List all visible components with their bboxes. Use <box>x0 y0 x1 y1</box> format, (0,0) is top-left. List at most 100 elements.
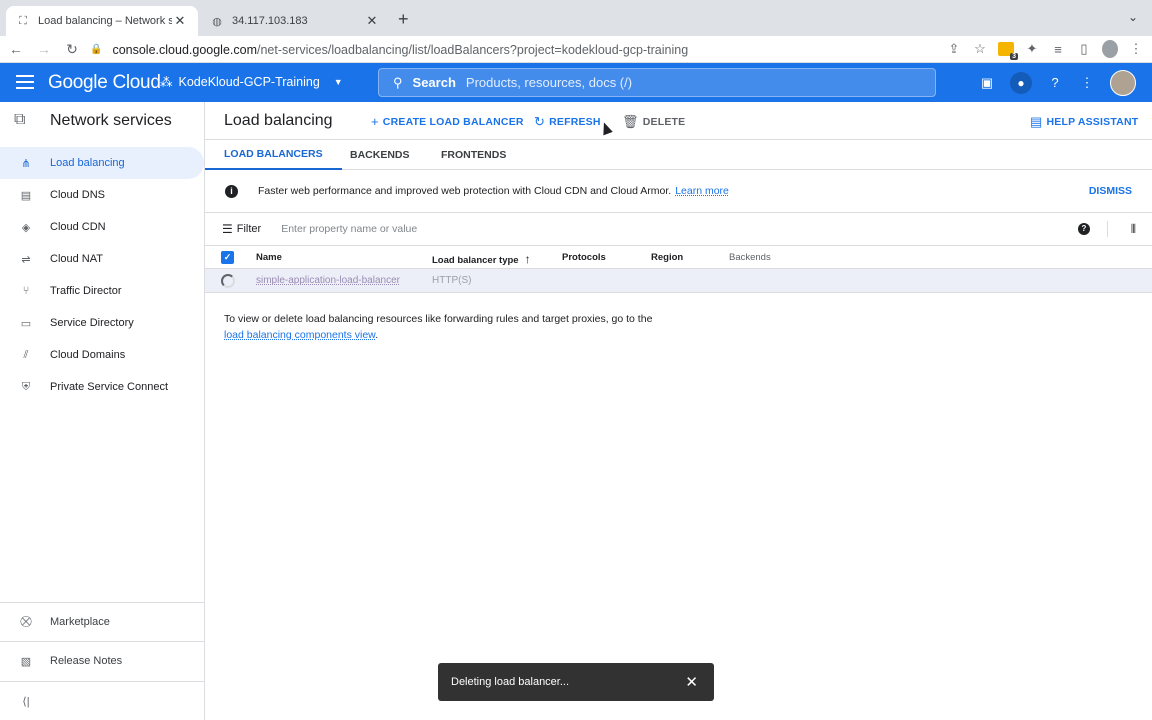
column-header-protocols[interactable]: Protocols <box>562 252 606 263</box>
url-path: /net-services/loadbalancing/list/loadBal… <box>257 42 689 57</box>
load-balancer-type: HTTP(S) <box>432 275 472 286</box>
sidebar-item-label: Release Notes <box>50 655 123 667</box>
filter-input[interactable]: Enter property name or value <box>281 223 417 235</box>
sidebar-item-label: Service Directory <box>50 317 134 329</box>
sidebar-item-label: Cloud Domains <box>50 349 126 361</box>
extension-icon[interactable]: 3 <box>998 42 1018 60</box>
back-icon[interactable]: ← <box>4 41 28 57</box>
sidebar-item-cloud-dns[interactable]: ▤ Cloud DNS <box>0 179 204 211</box>
account-avatar[interactable] <box>1110 70 1136 96</box>
menu-icon[interactable] <box>16 75 34 89</box>
browser-tab-strip: ⛶ Load balancing – Network serv ✕ ◍ 34.1… <box>0 0 1152 36</box>
components-note: To view or delete load balancing resourc… <box>224 311 654 343</box>
new-tab-button[interactable]: + <box>398 9 409 30</box>
sidebar-item-label: Marketplace <box>50 616 110 628</box>
search-icon: ⚲ <box>393 74 403 90</box>
load-balancer-name-link[interactable]: simple-application-load-balancer <box>256 275 400 286</box>
delete-label: DELETE <box>642 116 686 128</box>
main-content: Load balancing + CREATE LOAD BALANCER ↻ … <box>205 102 1152 720</box>
share-icon[interactable]: ⇪ <box>946 41 962 57</box>
snackbar-toast: Deleting load balancer... ✕ <box>438 663 714 701</box>
traffic-director-icon: ⑂ <box>22 285 30 297</box>
private-service-connect-icon: ⛨ <box>21 380 31 393</box>
sidebar-item-service-directory[interactable]: ▭ Service Directory <box>0 307 204 339</box>
close-tab-icon[interactable]: ✕ <box>364 13 380 29</box>
tab-frontends[interactable]: FRONTENDS <box>422 140 525 170</box>
content-tabs: LOAD BALANCERS BACKENDS FRONTENDS <box>205 140 1152 170</box>
project-icon: ⁂ <box>160 75 173 89</box>
google-cloud-logo[interactable]: Google Cloud <box>48 72 161 94</box>
filter-icon: ☰ <box>222 222 233 236</box>
tab-backends[interactable]: BACKENDS <box>331 140 429 170</box>
browser-tab-ip[interactable]: ◍ 34.117.103.183 ✕ <box>200 6 390 36</box>
column-header-backends[interactable]: Backends <box>729 252 771 263</box>
info-banner: i Faster web performance and improved we… <box>205 170 1152 213</box>
sidebar-item-label: Cloud NAT <box>50 253 103 265</box>
select-all-checkbox[interactable]: ✓ <box>221 251 234 264</box>
delete-button[interactable]: 🗑 DELETE <box>622 114 685 130</box>
cloud-shell-icon[interactable]: ▣ <box>978 74 996 92</box>
forward-icon[interactable]: → <box>32 41 56 57</box>
sidebar-item-load-balancing[interactable]: ⋔ Load balancing <box>0 147 204 179</box>
release-notes-icon: ▧ <box>20 655 32 668</box>
tab-load-balancers[interactable]: LOAD BALANCERS <box>205 140 342 170</box>
column-header-type[interactable]: Load balancer type ↑ <box>432 252 531 266</box>
column-display-icon[interactable]: ⦀ <box>1131 222 1136 237</box>
help-icon[interactable]: ? <box>1046 74 1064 92</box>
filter-label: Filter <box>236 223 262 235</box>
page-toolbar: Load balancing + CREATE LOAD BALANCER ↻ … <box>205 102 1152 140</box>
close-icon[interactable]: ✕ <box>685 673 698 691</box>
create-load-balancer-button[interactable]: + CREATE LOAD BALANCER <box>371 114 524 129</box>
note-end: . <box>375 329 379 341</box>
create-load-balancer-label: CREATE LOAD BALANCER <box>382 115 524 128</box>
sidebar-item-label: Load balancing <box>50 157 125 169</box>
sidebar-item-private-service-connect[interactable]: ⛨ Private Service Connect <box>0 371 204 403</box>
help-assistant-button[interactable]: ▤ HELP ASSISTANT <box>1030 114 1138 130</box>
profile-avatar[interactable] <box>1102 40 1118 58</box>
refresh-button[interactable]: ↻ REFRESH <box>534 114 601 130</box>
caret-down-icon: ▼ <box>333 76 343 87</box>
refresh-icon: ↻ <box>534 114 546 129</box>
sidebar-item-label: Private Service Connect <box>50 381 168 393</box>
network-services-icon: ⧉ <box>14 111 26 128</box>
search-label: Search <box>412 75 456 90</box>
project-selector[interactable]: ⁂ KodeKloud-GCP-Training ▼ <box>160 74 343 90</box>
sidebar-item-cloud-cdn[interactable]: ◈ Cloud CDN <box>0 211 204 243</box>
help-icon[interactable]: ? <box>1078 223 1090 235</box>
column-header-region[interactable]: Region <box>651 252 683 263</box>
page-title: Load balancing <box>224 111 333 129</box>
gcp-header: Google Cloud ⁂ KodeKloud-GCP-Training ▼ … <box>0 63 1152 102</box>
trash-icon: 🗑 <box>622 114 639 129</box>
column-header-type-label: Load balancer type <box>432 255 519 266</box>
filter-bar: ☰ Filter Enter property name or value ? … <box>205 213 1152 246</box>
chevron-down-icon[interactable]: ⌄ <box>1128 10 1138 24</box>
nat-icon: ⇌ <box>21 253 31 266</box>
more-vert-icon[interactable]: ⋮ <box>1078 74 1096 92</box>
components-view-link[interactable]: load balancing components view <box>224 329 375 341</box>
header-icons: ▣ ● ? ⋮ <box>978 70 1136 96</box>
dismiss-button[interactable]: DISMISS <box>1089 185 1132 197</box>
sidepanel-icon[interactable]: ▯ <box>1076 41 1092 57</box>
learn-more-link[interactable]: Learn more <box>675 185 729 197</box>
browser-tab-load-balancing[interactable]: ⛶ Load balancing – Network serv ✕ <box>6 6 198 36</box>
search-input[interactable]: ⚲ Search Products, resources, docs (/) <box>378 68 936 97</box>
url-host: console.cloud.google.com <box>112 42 257 57</box>
puzzle-icon[interactable]: ✦ <box>1024 41 1040 57</box>
sidebar-item-traffic-director[interactable]: ⑂ Traffic Director <box>0 275 204 307</box>
sidebar-item-cloud-nat[interactable]: ⇌ Cloud NAT <box>0 243 204 275</box>
sidebar-item-release-notes[interactable]: ▧ Release Notes <box>0 642 204 680</box>
network-icon: ⛶ <box>19 14 27 27</box>
notifications-icon[interactable]: ● <box>1010 72 1032 94</box>
close-tab-icon[interactable]: ✕ <box>172 13 188 29</box>
url-field[interactable]: 🔒 console.cloud.google.com /net-services… <box>90 39 960 60</box>
bookmark-star-icon[interactable]: ☆ <box>972 41 988 57</box>
collapse-sidebar-button[interactable]: ⟨| <box>0 682 204 720</box>
add-icon: + <box>371 114 379 129</box>
domains-icon: ⫽ <box>23 348 29 361</box>
column-header-name[interactable]: Name <box>256 252 282 263</box>
more-vert-icon[interactable]: ⋮ <box>1128 41 1144 57</box>
reload-icon[interactable]: ↻ <box>60 41 84 58</box>
media-icon[interactable]: ≡ <box>1050 42 1066 57</box>
sidebar-item-marketplace[interactable]: ⛒ Marketplace <box>0 603 204 641</box>
sidebar-item-cloud-domains[interactable]: ⫽ Cloud Domains <box>0 339 204 371</box>
